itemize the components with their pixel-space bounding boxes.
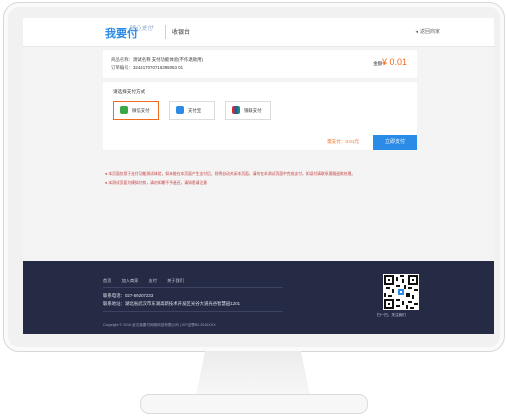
screen: 我要付 随心支付 收银台 ◂ 返回商家 商品名称：测试名称 支付功能体验(不作退款… [23, 18, 494, 334]
footer-address: 联系地址：湖北省武汉市东湖高新技术开发区光谷大道光谷智慧园1201 [103, 301, 241, 306]
back-label: 返回商家 [419, 29, 440, 35]
header-divider [165, 25, 166, 39]
alipay-icon [176, 106, 184, 114]
qr-code [383, 274, 419, 310]
payment-option-label: 支付宝 [188, 108, 202, 113]
merchant-value: 测试名称 支付功能体验(不作退款用) [132, 57, 203, 62]
pay-now-button[interactable]: 立即支付 [373, 135, 417, 150]
payment-option-unionpay[interactable]: 银联支付 [225, 101, 271, 120]
footer-link-about[interactable]: 关于我们 [167, 278, 184, 283]
monitor-stand [196, 351, 310, 395]
footer-link-join[interactable]: 加入商家 [122, 278, 139, 283]
footer-copyright: Copyright © 2016 武汉我要付网络科技有限公司 | ICP证鄂B2… [103, 323, 216, 327]
footer-links: 首页 加入商家 支付 关于我们 [103, 278, 193, 284]
merchant-row: 商品名称：测试名称 支付功能体验(不作退款用) [111, 57, 203, 63]
amount-value: ¥ 0.01 [381, 57, 407, 67]
notice-item: ● 本页面仅用于支付功能测试体验，如未能在本页面产生支付后，则将自动关闭本页面，… [105, 172, 356, 176]
logo-slogan: 随心支付 [129, 26, 154, 32]
footer-phone: 联系电话：027-59207233 [103, 293, 154, 298]
payment-option-label: 微信支付 [132, 108, 150, 113]
header-bar: 我要付 随心支付 收银台 ◂ 返回商家 [23, 18, 494, 47]
unionpay-icon [232, 106, 240, 114]
order-number-row: 订单编号：324417070716395063 01 [111, 65, 183, 71]
amount-due: 需支付：0.01元 [327, 139, 359, 144]
footer-link-pay[interactable]: 支付 [149, 278, 157, 283]
page-title: 收银台 [172, 30, 191, 36]
payment-option-wechat[interactable]: 微信支付 [113, 101, 159, 120]
footer-divider [103, 287, 283, 288]
notice-item: ● 本测试页面为模拟付款，请勿如期不予退还，请知悉请注意 [105, 181, 208, 185]
back-to-merchant-link[interactable]: ◂ 返回商家 [415, 28, 440, 35]
footer: 首页 加入商家 支付 关于我们 联系电话：027-59207233 联系地址：湖… [23, 261, 494, 334]
monitor-frame: 我要付 随心支付 收银台 ◂ 返回商家 商品名称：测试名称 支付功能体验(不作退款… [0, 0, 506, 416]
footer-link-home[interactable]: 首页 [103, 278, 111, 283]
monitor-base [140, 394, 368, 414]
notice-list: ● 本页面仅用于支付功能测试体验，如未能在本页面产生支付后，则将自动关闭本页面，… [105, 170, 355, 188]
order-number-value: 324417070716395063 01 [132, 65, 184, 70]
footer-divider [103, 311, 283, 312]
order-summary: 商品名称：测试名称 支付功能体验(不作退款用) 订单编号：32441707071… [103, 50, 417, 78]
payment-option-alipay[interactable]: 支付宝 [169, 101, 215, 120]
payment-option-label: 银联支付 [244, 108, 262, 113]
merchant-label: 商品名称： [111, 57, 133, 62]
pay-bar: 需支付：0.01元 立即支付 [103, 135, 417, 150]
wechat-icon [120, 106, 128, 114]
qr-caption: 扫一扫，关注我们 [377, 313, 406, 317]
back-arrow-icon: ◂ [415, 29, 418, 35]
order-number-label: 订单编号： [111, 65, 133, 70]
payment-section-title: 请选择支付方式 [113, 89, 146, 94]
qr-code-icon [384, 275, 418, 309]
